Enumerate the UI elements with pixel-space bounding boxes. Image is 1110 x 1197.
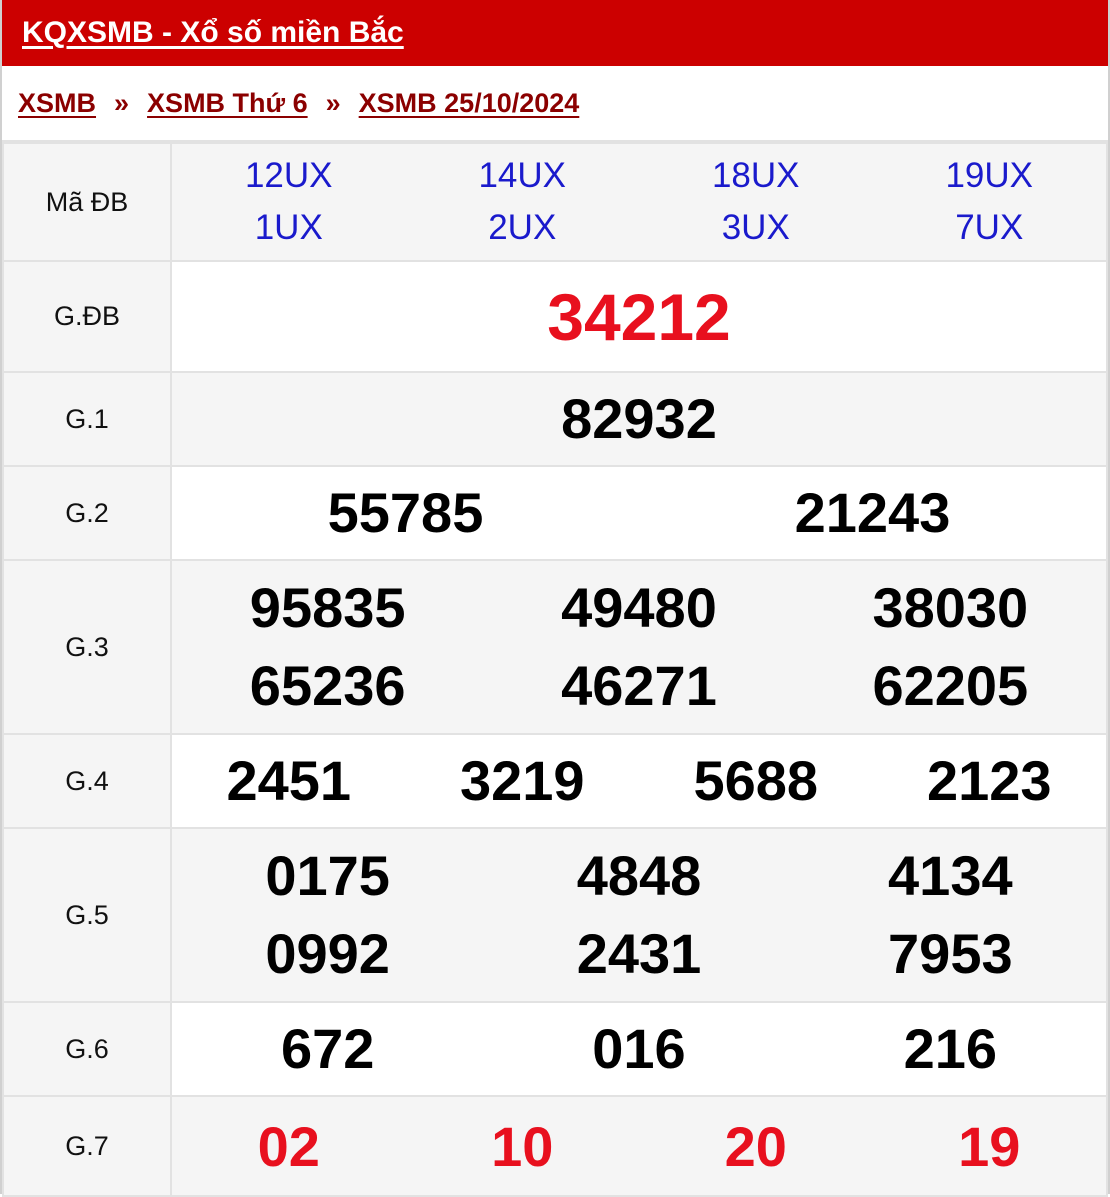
page-title-link[interactable]: KQXSMB - Xổ số miền Bắc	[22, 16, 404, 50]
special-prize-values: 34212	[170, 260, 1108, 373]
label-ma-db: Mã ĐB	[2, 142, 172, 262]
prize-number: 216	[903, 1017, 998, 1080]
breadcrumb: XSMB » XSMB Thứ 6 » XSMB 25/10/2024	[2, 66, 1108, 142]
special-code: 18UX	[711, 156, 800, 195]
prize-4-values: 2451 3219 5688 2123	[170, 733, 1108, 829]
prize-1-values: 82932	[170, 371, 1108, 467]
special-code: 12UX	[244, 156, 333, 195]
row-prize-7: G.7 02 10 20 19	[2, 1095, 1108, 1197]
prize-number: 10	[491, 1114, 554, 1178]
row-prize-1: G.1 82932	[2, 371, 1108, 467]
prize-number: 4848	[576, 844, 702, 907]
row-prize-4: G.4 2451 3219 5688 2123	[2, 733, 1108, 829]
row-prize-2: G.2 55785 21243	[2, 465, 1108, 561]
prize-number: 5688	[693, 749, 819, 812]
prize-number: 016	[592, 1017, 686, 1080]
breadcrumb-xsmb[interactable]: XSMB	[18, 88, 96, 119]
breadcrumb-xsmb-thu-6[interactable]: XSMB Thứ 6	[147, 88, 308, 119]
code-pair: 12UX 1UX	[245, 150, 333, 254]
prize-2-values: 55785 21243	[170, 465, 1108, 561]
special-code: 14UX	[478, 156, 567, 195]
label-prize-6: G.6	[2, 1001, 172, 1097]
prize-number: 38030	[872, 576, 1029, 639]
prize-5-values: 0175 4848 4134 0992 2431 7953	[170, 827, 1108, 1003]
results-panel: KQXSMB - Xổ số miền Bắc XSMB » XSMB Thứ …	[0, 0, 1110, 1197]
label-prize-7: G.7	[2, 1095, 172, 1197]
prize-6-values: 672 016 216	[170, 1001, 1108, 1097]
prize-number: 19	[958, 1114, 1021, 1178]
prize-number: 3219	[459, 749, 585, 812]
code-pair: 14UX 2UX	[478, 150, 566, 254]
prize-number: 95835	[249, 576, 406, 639]
row-prize-5: G.5 0175 4848 4134 0992 2431 7953	[2, 827, 1108, 1003]
breadcrumb-separator: »	[114, 87, 130, 118]
label-prize-4: G.4	[2, 733, 172, 829]
prize-number: 0175	[265, 844, 390, 907]
prize-number: 20	[724, 1114, 787, 1178]
label-prize-3: G.3	[2, 559, 172, 735]
prize-number: 65236	[249, 654, 406, 717]
prize-number: 2123	[926, 749, 1052, 812]
label-prize-1: G.1	[2, 371, 172, 467]
title-bar: KQXSMB - Xổ số miền Bắc	[2, 0, 1108, 66]
code-pair: 19UX 7UX	[945, 150, 1033, 254]
prize-number: 49480	[561, 576, 717, 639]
label-special-prize: G.ĐB	[2, 260, 172, 373]
prize-number: 4134	[888, 844, 1013, 907]
ma-db-codes: 12UX 1UX 14UX 2UX 18UX 3UX 19UX 7UX	[170, 142, 1108, 262]
prize-number: 672	[280, 1017, 375, 1080]
row-ma-db: Mã ĐB 12UX 1UX 14UX 2UX 18UX 3UX 19UX 7U…	[2, 142, 1108, 262]
prize-number: 62205	[872, 654, 1029, 717]
special-code: 19UX	[945, 156, 1034, 195]
prize-7-values: 02 10 20 19	[170, 1095, 1108, 1197]
special-code: 3UX	[721, 208, 790, 247]
prize-3-values: 95835 49480 38030 65236 46271 62205	[170, 559, 1108, 735]
row-special-prize: G.ĐB 34212	[2, 260, 1108, 373]
row-prize-6: G.6 672 016 216	[2, 1001, 1108, 1097]
prize-number: 2431	[576, 922, 702, 985]
label-prize-2: G.2	[2, 465, 172, 561]
prize-number: 02	[257, 1114, 320, 1178]
results-table: Mã ĐB 12UX 1UX 14UX 2UX 18UX 3UX 19UX 7U…	[2, 142, 1108, 1197]
prize-number: 21243	[794, 481, 951, 544]
prize-number: 82932	[561, 387, 717, 450]
code-pair: 18UX 3UX	[712, 150, 800, 254]
prize-number: 46271	[561, 654, 717, 717]
breadcrumb-xsmb-date[interactable]: XSMB 25/10/2024	[359, 88, 580, 119]
special-code: 1UX	[254, 208, 323, 247]
row-prize-3: G.3 95835 49480 38030 65236 46271 62205	[2, 559, 1108, 735]
prize-number: 55785	[327, 481, 484, 544]
breadcrumb-separator: »	[325, 87, 341, 118]
label-prize-5: G.5	[2, 827, 172, 1003]
prize-number: 0992	[265, 922, 390, 985]
prize-number: 7953	[888, 922, 1013, 985]
special-code: 2UX	[488, 208, 557, 247]
special-code: 7UX	[955, 208, 1024, 247]
special-prize-number: 34212	[547, 279, 731, 354]
prize-number: 2451	[226, 749, 352, 812]
